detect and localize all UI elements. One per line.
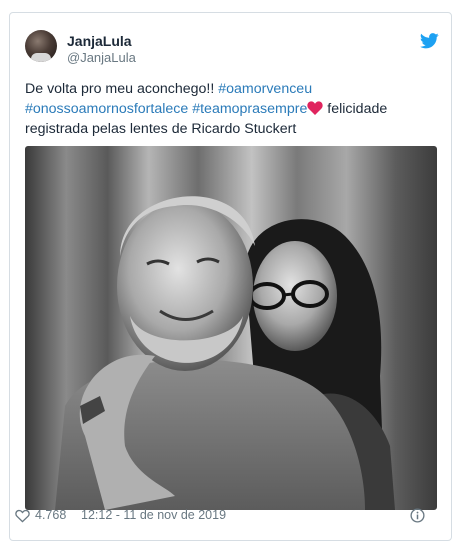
like-count[interactable]: 4.768 <box>35 508 66 522</box>
red-heart-emoji-icon <box>307 101 324 115</box>
hashtag-teamoprasempre[interactable]: #teamoprasempre <box>192 101 307 117</box>
hashtag-oamorvenceu[interactable]: #oamorvenceu <box>218 81 312 97</box>
display-name[interactable]: JanjaLula <box>67 33 132 49</box>
tweet-photo[interactable] <box>25 146 437 510</box>
tweet-text-part: registrada pelas lentes de Ricardo Stuck… <box>25 121 297 137</box>
heart-outline-icon[interactable] <box>15 509 30 523</box>
info-icon[interactable] <box>410 508 425 523</box>
timestamp[interactable]: 12:12 - 11 de nov de 2019 <box>81 508 226 522</box>
tweet-text-part: De volta pro meu aconchego!! <box>25 81 219 97</box>
tweet-card: JanjaLula @JanjaLula De volta pro meu ac… <box>9 12 452 541</box>
tweet-text-part: felicidade <box>323 101 388 117</box>
hashtag-onossoamornosfortalece[interactable]: #onossoamornosfortalece <box>25 101 188 117</box>
tweet-text: De volta pro meu aconchego!! #oamorvence… <box>25 79 435 139</box>
user-handle[interactable]: @JanjaLula <box>67 50 136 65</box>
avatar[interactable] <box>25 30 57 62</box>
twitter-bird-icon[interactable] <box>420 33 439 49</box>
